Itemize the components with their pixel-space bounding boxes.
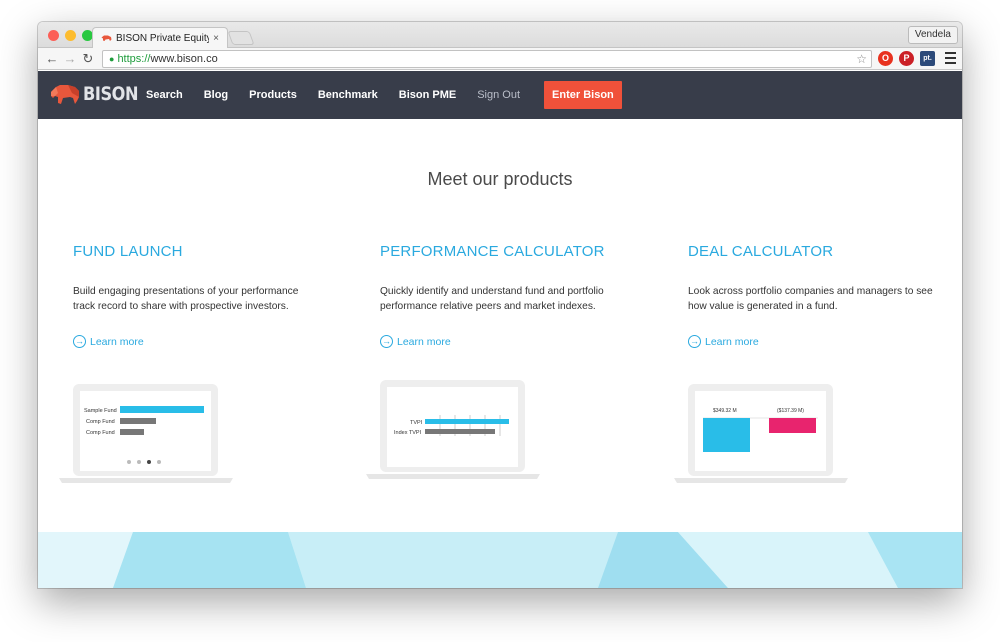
new-tab-button[interactable] <box>227 31 255 45</box>
url-host: www.bison.co <box>150 53 218 65</box>
bookmark-star-icon[interactable]: ☆ <box>856 51 867 67</box>
products-section: Meet our products FUND LAUNCH Build enga… <box>38 119 962 532</box>
performance-calculator-laptop-illustration: TVPI Index TVPI <box>366 380 540 479</box>
forward-button[interactable]: → <box>62 50 78 68</box>
reload-button[interactable]: ↻ <box>80 50 96 68</box>
tab-strip: BISON Private Equity Bench × Vendela <box>38 22 962 48</box>
learn-more-label: Learn more <box>705 335 759 348</box>
arrow-circle-icon: → <box>688 335 701 348</box>
arrow-circle-icon: → <box>380 335 393 348</box>
learn-more-link[interactable]: → Learn more <box>380 335 630 348</box>
learn-more-label: Learn more <box>90 335 144 348</box>
pinterest-extension-icon[interactable]: P <box>899 51 914 66</box>
page-title: Meet our products <box>427 169 573 189</box>
bison-logo[interactable]: BISON <box>50 83 148 105</box>
close-window-button[interactable] <box>48 30 59 41</box>
product-description: Build engaging presentations of your per… <box>73 286 299 312</box>
product-title[interactable]: PERFORMANCE CALCULATOR <box>380 243 630 260</box>
url-scheme: https:// <box>117 53 151 65</box>
product-performance-calculator: PERFORMANCE CALCULATOR Quickly identify … <box>380 243 630 348</box>
chart-label-positive-value: $349.32 M <box>713 408 737 414</box>
nav-search[interactable]: Search <box>146 89 183 101</box>
nav-bison-pme[interactable]: Bison PME <box>399 89 456 101</box>
site-navbar: BISON Search Blog Products Benchmark Bis… <box>38 71 962 119</box>
bison-logo-icon <box>51 85 79 104</box>
deal-calculator-laptop-illustration: $349.32 M ($137.39 M) <box>674 384 848 483</box>
learn-more-link[interactable]: → Learn more <box>73 335 323 348</box>
product-deal-calculator: DEAL CALCULATOR Look across portfolio co… <box>688 243 938 348</box>
address-bar[interactable]: ● https://www.bison.co ☆ <box>102 50 872 68</box>
bar-index-tvpi <box>425 429 495 434</box>
browser-tab[interactable]: BISON Private Equity Bench × <box>92 27 228 48</box>
carousel-dot-4[interactable] <box>157 460 161 464</box>
opera-extension-icon[interactable]: O <box>878 51 893 66</box>
nav-benchmark[interactable]: Benchmark <box>318 89 378 101</box>
bar-sample-fund <box>120 406 204 413</box>
chart-label-negative-value: ($137.39 M) <box>777 408 804 414</box>
lock-icon: ● <box>109 54 115 64</box>
bar-comp-fund-1 <box>120 418 156 424</box>
learn-more-label: Learn more <box>397 335 451 348</box>
learn-more-link[interactable]: → Learn more <box>688 335 938 348</box>
chart-label-comp-fund-1: Comp Fund <box>86 419 115 425</box>
enter-bison-button[interactable]: Enter Bison <box>544 81 622 109</box>
back-button[interactable]: ← <box>44 50 60 68</box>
window-controls <box>48 30 93 41</box>
bison-favicon-icon <box>101 35 112 41</box>
chart-label-comp-fund-2: Comp Fund <box>86 430 115 436</box>
nav-products[interactable]: Products <box>249 89 297 101</box>
product-title[interactable]: FUND LAUNCH <box>73 243 323 260</box>
profile-button[interactable]: Vendela <box>907 26 958 44</box>
carousel-dot-1[interactable] <box>127 460 131 464</box>
carousel-dot-3[interactable] <box>147 460 151 464</box>
chart-label-tvpi: TVPI <box>410 420 423 426</box>
bar-positive-value <box>703 418 750 452</box>
bar-tvpi <box>425 419 509 424</box>
chart-label-index-tvpi: Index TVPI <box>394 430 422 436</box>
browser-window: BISON Private Equity Bench × Vendela ← →… <box>38 22 962 588</box>
minimize-window-button[interactable] <box>65 30 76 41</box>
arrow-circle-icon: → <box>73 335 86 348</box>
pt-extension-icon[interactable]: pt. <box>920 51 935 66</box>
logo-text: BISON <box>83 83 139 105</box>
chart-label-sample-fund: Sample Fund <box>84 408 117 414</box>
product-description: Quickly identify and understand fund and… <box>380 286 604 312</box>
tab-close-icon[interactable]: × <box>213 33 219 44</box>
sign-out-link[interactable]: Sign Out <box>477 89 520 101</box>
nav-blog[interactable]: Blog <box>204 89 228 101</box>
tab-title: BISON Private Equity Bench <box>116 32 210 44</box>
main-nav: Search Blog Products Benchmark Bison PME… <box>146 71 622 119</box>
bar-comp-fund-2 <box>120 429 144 435</box>
product-title[interactable]: DEAL CALCULATOR <box>688 243 938 260</box>
product-fund-launch: FUND LAUNCH Build engaging presentations… <box>73 243 323 348</box>
bar-negative-value <box>769 418 816 433</box>
product-description: Look across portfolio companies and mana… <box>688 286 933 312</box>
browser-toolbar: ← → ↻ ● https://www.bison.co ☆ O P pt. <box>38 48 962 70</box>
hamburger-menu-icon[interactable] <box>945 52 956 67</box>
decorative-footer-band <box>38 532 962 588</box>
fund-launch-laptop-illustration: Sample Fund Comp Fund Comp Fund <box>59 384 233 483</box>
carousel-dot-2[interactable] <box>137 460 141 464</box>
